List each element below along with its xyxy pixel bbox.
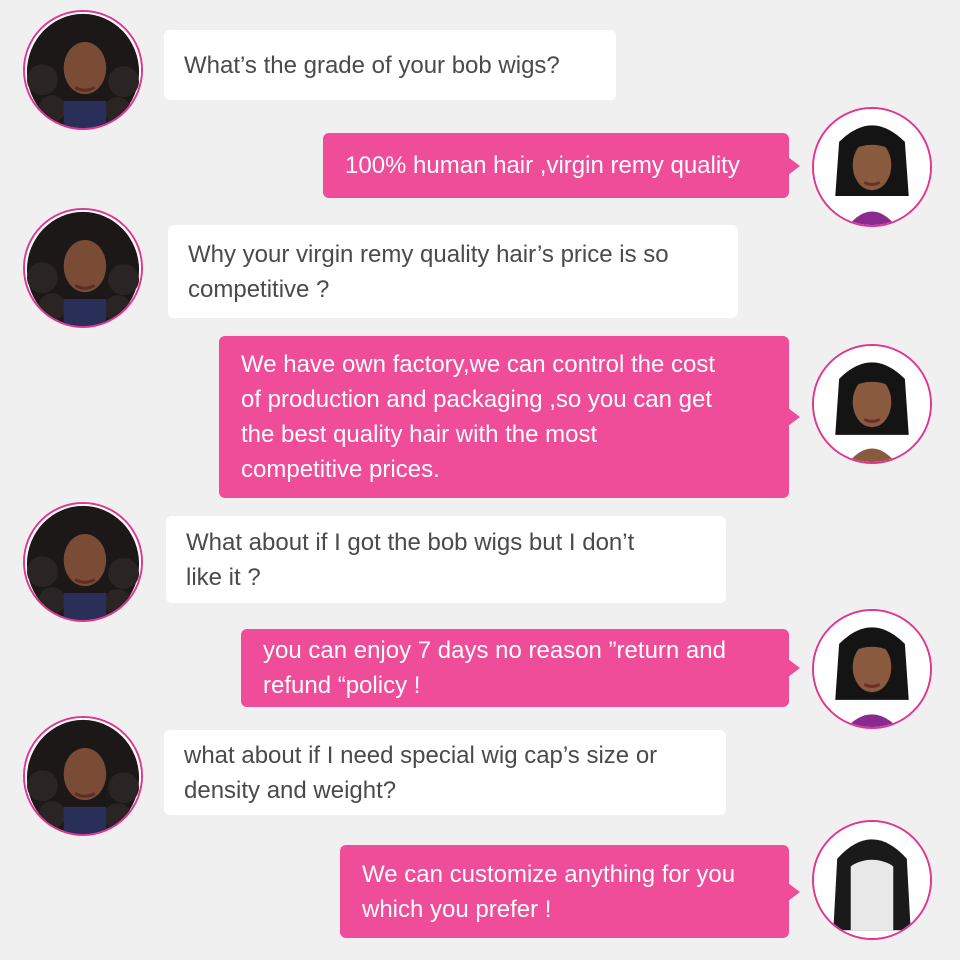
message-text: We have own factory,we can control the c… — [241, 351, 716, 483]
message-text: What about if I got the bob wigs but I d… — [186, 528, 635, 591]
message-text: What’s the grade of your bob wigs? — [184, 51, 560, 79]
message-text: 100% human hair ,virgin remy quality — [345, 152, 740, 179]
message-text: We can customize anything for you which … — [362, 860, 736, 923]
seller-avatar — [812, 820, 932, 940]
bob-wig-woman-icon — [814, 109, 930, 225]
curly-hair-woman-icon — [25, 12, 141, 128]
message-bubble-seller: 100% human hair ,virgin remy quality — [323, 133, 789, 198]
customer-avatar — [23, 208, 143, 328]
customer-avatar — [23, 10, 143, 130]
bob-wig-woman-icon — [814, 611, 930, 727]
message-bubble-customer: What about if I got the bob wigs but I d… — [166, 516, 726, 603]
bob-wig-woman-icon — [814, 346, 930, 462]
message-bubble-customer: Why your virgin remy quality hair’s pric… — [168, 225, 738, 318]
customer-avatar — [23, 716, 143, 836]
bob-wig-icon — [814, 822, 930, 938]
curly-hair-woman-icon — [25, 210, 141, 326]
message-bubble-customer: what about if I need special wig cap’s s… — [164, 730, 726, 815]
message-text: what about if I need special wig cap’s s… — [184, 741, 658, 804]
message-bubble-seller: We have own factory,we can control the c… — [219, 336, 789, 498]
message-bubble-seller: We can customize anything for you which … — [340, 845, 789, 938]
chat-conversation: What’s the grade of your bob wigs? 100% … — [0, 0, 960, 960]
message-text: you can enjoy 7 days no reason ”return a… — [263, 637, 726, 699]
message-bubble-seller: you can enjoy 7 days no reason ”return a… — [241, 629, 789, 707]
curly-hair-woman-icon — [25, 504, 141, 620]
seller-avatar — [812, 609, 932, 729]
curly-hair-woman-icon — [25, 718, 141, 834]
seller-avatar — [812, 107, 932, 227]
seller-avatar — [812, 344, 932, 464]
customer-avatar — [23, 502, 143, 622]
message-bubble-customer: What’s the grade of your bob wigs? — [164, 30, 616, 100]
message-text: Why your virgin remy quality hair’s pric… — [188, 240, 669, 303]
